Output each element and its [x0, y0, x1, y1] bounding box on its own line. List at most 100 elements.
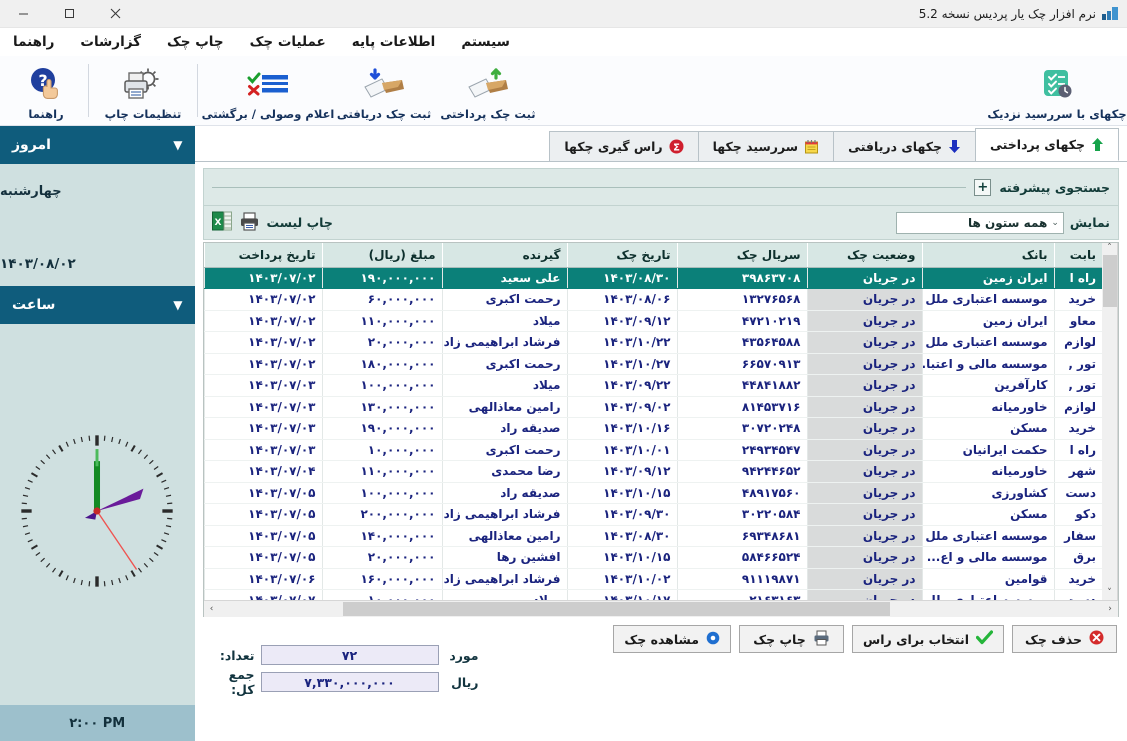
table-row[interactable]: برق موسسه مالی و اع... در جریان ۵۸۴۶۶۵۲۴ ۱۴۰… [203, 546, 1102, 569]
title-bar-left: نرم افزار چک یار پردیس نسخه 5.2 [919, 7, 1127, 21]
table-row[interactable]: دست کشاورزی در جریان ۴۸۹۱۷۵۶۰ ۱۴۰۳/۱۰/۱۵ صدیق… [203, 482, 1102, 504]
toolbar-button-help[interactable]: ? راهنما [10, 56, 82, 125]
td-bank: موسسه اعتباری ملل [921, 589, 1054, 600]
sigma-red-icon: Σ [669, 139, 684, 154]
table-row[interactable]: سفار موسسه اعتباری ملل در جریان ۶۹۳۴۸۶۸۱ ۱۴۰… [203, 525, 1102, 547]
td-receiver: میلاد [441, 589, 567, 600]
tab-check-due-dates[interactable]: سررسید چکها [697, 131, 835, 161]
advanced-search-bar[interactable]: جستجوی پیشرفته + [202, 168, 1119, 206]
table-row[interactable]: لوازم خاورمیانه در جریان ۸۱۴۵۳۷۱۶ ۱۴۰۳/۰۹/۰۲… [203, 396, 1102, 418]
th-bank[interactable]: بانک [921, 243, 1054, 268]
scroll-right-arrow[interactable]: › [1102, 600, 1118, 617]
th-serial[interactable]: سریال چک [676, 243, 807, 268]
list-check-cross-icon [245, 63, 291, 105]
menu-item-print-check[interactable]: چاپ چک [154, 31, 237, 53]
delete-check-button[interactable]: حذف چک [1012, 625, 1117, 653]
sidebar-today-header[interactable]: ▼ امروز [0, 126, 195, 166]
menu-item-reports[interactable]: گزارشات [67, 31, 154, 53]
td-bank: کارآفرین [921, 374, 1054, 397]
td-subject: دست [1053, 589, 1102, 600]
table-row[interactable]: راه ا ایران زمین در جریان ۳۹۸۶۳۷۰۸ ۱۴۰۳/۰۸/۳… [203, 267, 1102, 289]
sidebar-today-title: امروز [12, 137, 51, 153]
chevron-down-icon: ⌄ [1051, 217, 1059, 228]
scroll-left-arrow[interactable]: ‹ [203, 600, 220, 617]
menu-item-system[interactable]: سیستم [448, 31, 523, 53]
toolbar-button-register-outgoing-check[interactable]: ثبت چک پرداختی [436, 56, 540, 125]
toolbar-label-help: راهنما [28, 107, 64, 121]
delete-check-label: حذف چک [1025, 631, 1082, 647]
toolbar-label-register-incoming-check: ثبت چک دریافتی [336, 107, 432, 121]
horizontal-scroll-thumb[interactable] [343, 601, 891, 616]
vertical-scroll-thumb[interactable] [1102, 255, 1117, 307]
td-payment-date: ۱۴۰۳/۰۷/۰۳ [203, 439, 322, 461]
table-row[interactable]: تور , کارآفرین در جریان ۴۴۸۴۱۸۸۲ ۱۴۰۳/۰۹/۲۲ م… [203, 374, 1102, 397]
td-check-date: ۱۴۰۳/۰۹/۲۲ [566, 374, 677, 397]
columns-select[interactable]: ⌄ همه ستون ها [895, 211, 1064, 234]
table-row[interactable]: دکو مسکن در جریان ۳۰۲۲۰۵۸۴ ۱۴۰۳/۰۹/۳۰ فرشاد ا… [203, 503, 1102, 526]
table-row[interactable]: معاو ایران زمین در جریان ۴۷۲۱۰۲۱۹ ۱۴۰۳/۰۹/۱۲… [203, 310, 1102, 332]
td-payment-date: ۱۴۰۳/۰۷/۰۲ [203, 353, 322, 375]
table-row[interactable]: خرید مسکن در جریان ۳۰۷۲۰۲۴۸ ۱۴۰۳/۱۰/۱۶ صدیقه … [203, 417, 1102, 440]
toolbar-button-print-settings[interactable]: تنظیمات چاپ [95, 56, 191, 125]
table-row[interactable]: شهر خاورمیانه در جریان ۹۴۲۴۴۶۵۲ ۱۴۰۳/۰۹/۱۲ رض… [203, 460, 1102, 483]
td-subject: دست [1053, 482, 1102, 504]
chevron-down-icon[interactable]: ▼ [173, 298, 182, 312]
sidebar-weekday: چهارشنبه [0, 184, 62, 199]
scroll-up-arrow[interactable]: ˄ [1107, 243, 1112, 253]
table-row[interactable]: دستموسسه اعتباری مللدر جریان۲۱۶۳۱۶۳۱۴۰۳/… [203, 589, 1102, 600]
td-amount: ۱۹۰,۰۰۰,۰۰۰ [321, 267, 442, 289]
table-row[interactable]: لوازم موسسه اعتباری ملل در جریان ۴۳۵۶۴۵۸۸ ۱۴… [203, 331, 1102, 354]
td-receiver: افشین رها [441, 546, 567, 569]
scroll-down-arrow[interactable]: ˅ [1107, 588, 1112, 598]
print-check-label: چاپ چک [753, 631, 806, 647]
advanced-search-rule [211, 186, 967, 188]
tab-ras-giri-checks[interactable]: Σ راس گیری چکها [549, 131, 699, 161]
menu-item-check-ops[interactable]: عملیات چک [237, 31, 339, 53]
td-status: در جریان [806, 525, 922, 547]
print-check-button[interactable]: چاپ چک [739, 625, 844, 653]
chevron-down-icon[interactable]: ▼ [173, 138, 182, 152]
td-bank: خاورمیانه [921, 396, 1054, 418]
table-vertical-scrollbar[interactable]: ˄ ˅ [1102, 243, 1118, 600]
select-for-ras-button[interactable]: انتخاب برای راس [852, 625, 1004, 653]
th-status[interactable]: وضعیت چک [806, 243, 922, 268]
table-row[interactable]: خرید قوامین در جریان ۹۱۱۱۹۸۷۱ ۱۴۰۳/۱۰/۰۲ فرشا… [203, 568, 1102, 590]
minimize-button[interactable] [0, 0, 46, 28]
checks-table-body: راه ا ایران زمین در جریان ۳۹۸۶۳۷۰۸ ۱۴۰۳/۰۸/۳… [203, 267, 1102, 600]
table-horizontal-scrollbar[interactable]: ‹ › [203, 600, 1118, 617]
toolbar-button-collect-return[interactable]: اعلام وصولی / برگشتی [202, 56, 334, 125]
advanced-search-expand-icon[interactable]: + [974, 178, 992, 196]
td-bank: موسسه مالی و اع... [921, 546, 1054, 569]
table-row[interactable]: خرید موسسه اعتباری ملل در جریان ۱۳۲۷۶۵۶۸ ۱۴۰… [203, 288, 1102, 311]
menu-item-base-info[interactable]: اطلاعات پایه [339, 31, 449, 53]
td-subject: شهر [1053, 460, 1102, 483]
tab-outgoing-checks[interactable]: چکهای پرداختی [975, 128, 1119, 161]
td-check-date: ۱۴۰۳/۱۰/۱۶ [566, 417, 677, 440]
table-row[interactable]: راه ا حکمت ایرانیان در جریان ۲۴۹۳۴۵۴۷ ۱۴۰۳/۱… [203, 439, 1102, 461]
tab-label-check-due-dates: سررسید چکها [712, 139, 799, 154]
toolbar-button-near-due-checks[interactable]: چکهای با سررسید نزدیک [987, 56, 1127, 125]
th-amount[interactable]: مبلغ (ریال) [321, 243, 442, 268]
view-check-button[interactable]: مشاهده چک [613, 625, 731, 653]
table-row[interactable]: تور , موسسه مالی و اعتبا... در جریان ۶۶۵۷۰۹… [203, 353, 1102, 375]
horizontal-scroll-track[interactable] [219, 600, 1102, 617]
menu-item-help[interactable]: راهنما [0, 31, 67, 53]
filter-row-left: چاپ لیست X [211, 211, 333, 235]
toolbar-button-register-incoming-check[interactable]: ثبت چک دریافتی [332, 56, 436, 125]
close-button[interactable] [92, 0, 138, 28]
th-payment-date[interactable]: تاریخ پرداخت [203, 243, 322, 268]
sum-value: ۷,۳۳۰,۰۰۰,۰۰۰ [260, 672, 439, 692]
printer-icon[interactable] [239, 211, 260, 235]
td-check-date: ۱۴۰۳/۰۸/۰۶ [566, 288, 677, 311]
maximize-button[interactable] [46, 0, 92, 28]
arrow-down-blue-icon [948, 139, 961, 154]
td-amount: ۱۹۰,۰۰۰,۰۰۰ [321, 417, 442, 440]
content-area: چکهای پرداختی چکهای دریافتی سررسید چکها … [194, 126, 1127, 741]
td-bank: مسکن [921, 503, 1054, 526]
excel-export-icon[interactable]: X [211, 211, 232, 235]
th-check-date[interactable]: تاریخ چک [566, 243, 677, 268]
sidebar-clock-header[interactable]: ▼ ساعت [0, 286, 195, 326]
th-subject[interactable]: بابت [1053, 243, 1102, 268]
th-receiver[interactable]: گیرنده [441, 243, 567, 268]
tab-incoming-checks[interactable]: چکهای دریافتی [833, 131, 977, 161]
